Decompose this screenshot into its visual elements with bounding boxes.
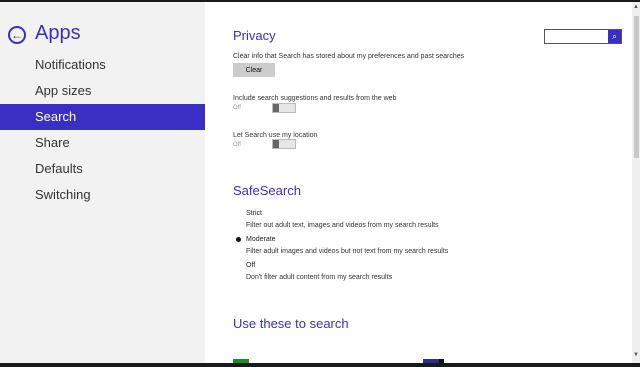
location-label: Let Search use my location — [233, 132, 318, 139]
location-state: Off — [233, 142, 241, 148]
sidebar-title: Apps — [35, 22, 81, 44]
scroll-thumb[interactable] — [634, 16, 639, 158]
arrow-left-circle-icon[interactable]: ← — [8, 26, 26, 44]
suggestions-state: Off — [233, 105, 241, 111]
sidebar-nav: Notifications App sizes Search Share Def… — [0, 52, 205, 208]
sidebar-item-defaults[interactable]: Defaults — [0, 156, 205, 182]
scroll-up-icon[interactable]: ▲ — [633, 4, 639, 10]
sidebar-item-switching[interactable]: Switching — [0, 182, 205, 208]
clear-history-description: Clear info that Search has stored about … — [233, 53, 465, 60]
search-box[interactable]: ⌕ — [544, 29, 622, 44]
safesearch-strict-description: Filter out adult text, images and videos… — [246, 222, 439, 229]
privacy-heading: Privacy — [233, 28, 276, 43]
toggle-thumb[interactable] — [273, 140, 279, 148]
suggestions-label: Include search suggestions and results f… — [233, 95, 397, 102]
safesearch-option-moderate[interactable]: Moderate — [246, 236, 276, 243]
sidebar-item-app-sizes[interactable]: App sizes — [0, 78, 205, 104]
safesearch-heading: SafeSearch — [233, 183, 301, 198]
settings-pane: ⌕ Privacy Clear info that Search has sto… — [205, 2, 632, 365]
suggestions-toggle[interactable] — [272, 103, 296, 113]
toggle-thumb[interactable] — [273, 104, 279, 112]
safesearch-option-off[interactable]: Off — [246, 262, 255, 269]
safesearch-option-strict[interactable]: Strict — [246, 210, 262, 217]
use-these-heading: Use these to search — [233, 316, 349, 331]
safesearch-moderate-description: Filter adult images and videos but not t… — [246, 248, 449, 255]
scroll-down-icon[interactable]: ▼ — [633, 352, 639, 358]
safesearch-off-description: Don't filter adult content from my searc… — [246, 274, 393, 281]
location-toggle[interactable] — [272, 139, 296, 149]
radio-selected-icon — [236, 237, 241, 242]
bottom-edge — [0, 363, 640, 367]
sidebar-item-share[interactable]: Share — [0, 130, 205, 156]
clear-button[interactable]: Clear — [233, 63, 275, 77]
sidebar-item-notifications[interactable]: Notifications — [0, 52, 205, 78]
sidebar-item-search[interactable]: Search — [0, 104, 205, 130]
search-icon[interactable]: ⌕ — [608, 30, 621, 43]
vertical-scrollbar[interactable]: ▲ ▼ — [632, 2, 640, 363]
sidebar: ← Apps Notifications App sizes Search Sh… — [0, 2, 205, 363]
